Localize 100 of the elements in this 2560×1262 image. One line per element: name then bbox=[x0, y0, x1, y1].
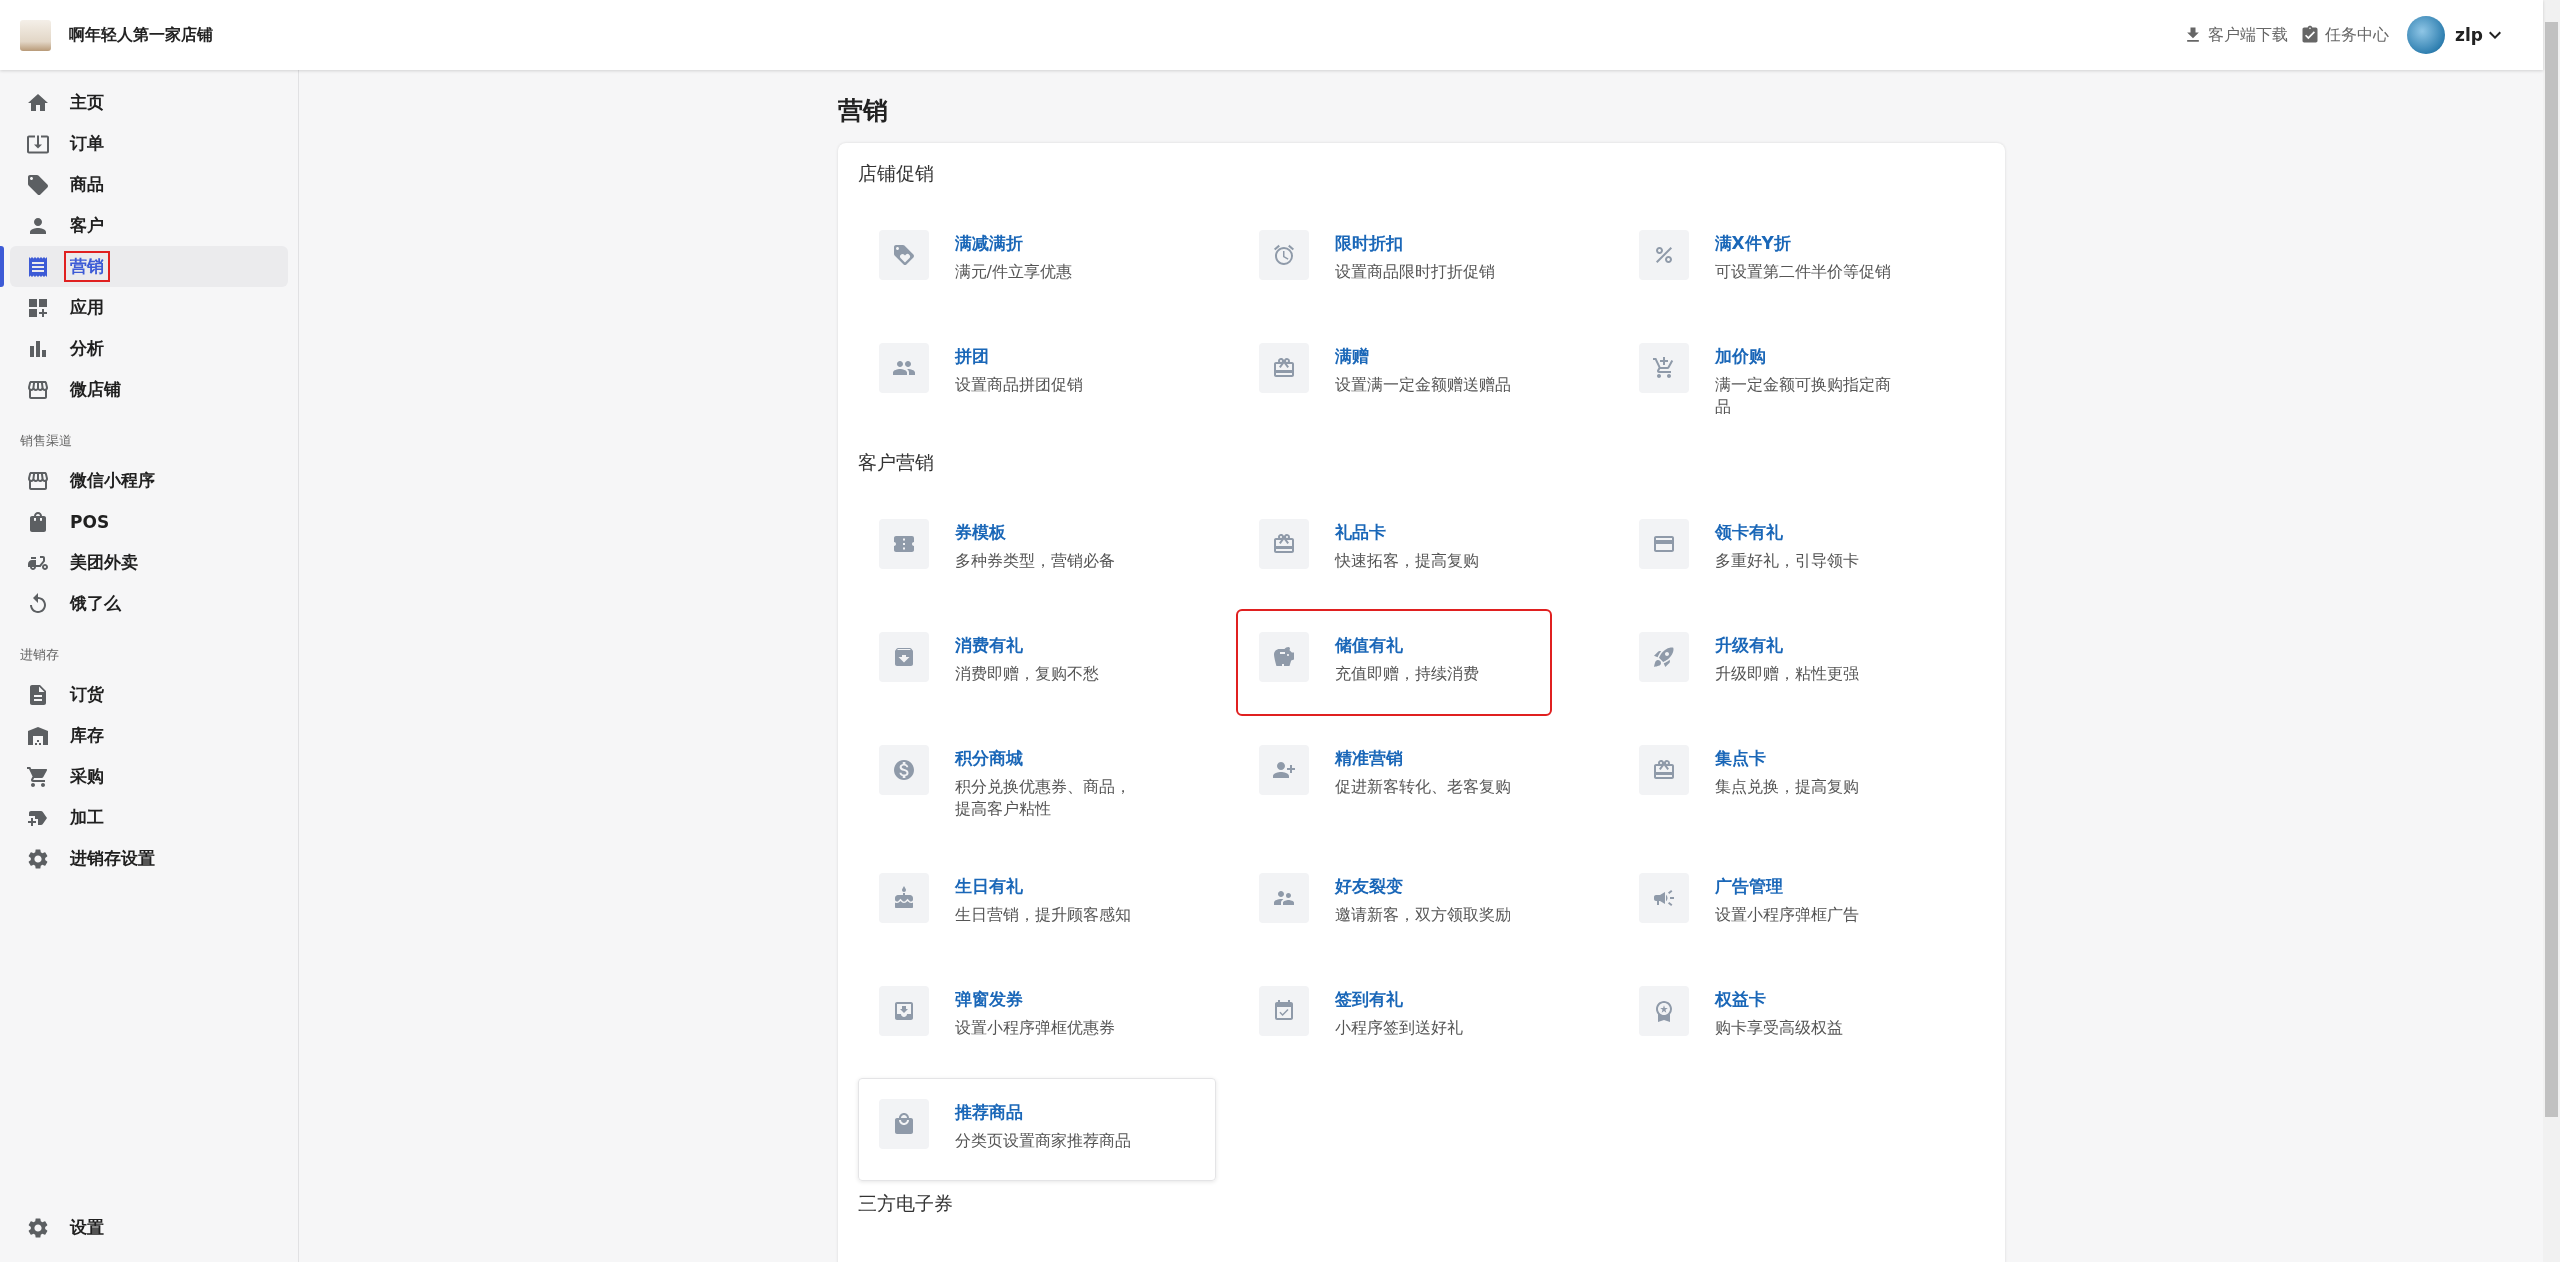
sidebar-item[interactable]: 主页 bbox=[10, 82, 288, 123]
feature-tile[interactable]: 弹窗发券 设置小程序弹框优惠券 bbox=[857, 964, 1216, 1068]
feature-tile[interactable]: 权益卡 购卡享受高级权益 bbox=[1617, 964, 1976, 1068]
sidebar-item[interactable]: 应用 bbox=[10, 287, 288, 328]
tile-description: 邀请新客，双方领取奖励 bbox=[1334, 903, 1511, 926]
header-link[interactable]: 客户端下载 bbox=[2183, 24, 2289, 46]
sidebar-item[interactable]: 饿了么 bbox=[10, 583, 288, 624]
tile-description: 设置商品拼团促销 bbox=[954, 374, 1083, 396]
tile-title: 精准营销 bbox=[1334, 746, 1404, 770]
tile-title: 加价购 bbox=[1714, 345, 1767, 368]
tile-description: 小程序签到送好礼 bbox=[1334, 1016, 1463, 1039]
feature-tile[interactable]: 满减满折 满元/件立享优惠 bbox=[857, 209, 1216, 312]
tile-title: 广告管理 bbox=[1714, 874, 1784, 898]
coin-icon bbox=[891, 757, 916, 782]
yen-receipt-icon bbox=[26, 254, 50, 279]
gift-icon bbox=[1651, 757, 1676, 782]
tile-title: 储值有礼 bbox=[1334, 633, 1404, 657]
sidebar-item[interactable]: 客户 bbox=[10, 205, 288, 246]
feature-tile[interactable]: 积分商城 积分兑换优惠券、商品，提高客户粘性 bbox=[857, 723, 1216, 842]
sidebar-group-heading: 销售渠道 bbox=[19, 432, 73, 450]
sidebar-item[interactable]: 营销 bbox=[10, 246, 288, 287]
tile-title: 消费有礼 bbox=[954, 633, 1024, 657]
sidebar-item[interactable]: 微信小程序 bbox=[10, 460, 288, 501]
feature-tile[interactable]: 礼品卡 快速拓客，提高复购 bbox=[1237, 497, 1596, 601]
feature-tile[interactable]: 精准营销 促进新客转化、老客复购 bbox=[1237, 723, 1596, 842]
sidebar-item[interactable]: 进销存设置 bbox=[10, 838, 288, 879]
feature-tile[interactable]: 加价购 满一定金额可换购指定商品 bbox=[1617, 322, 1976, 440]
tile-description: 升级即赠，粘性更强 bbox=[1714, 662, 1859, 685]
store-name: 啊年轻人第一家店铺 bbox=[69, 24, 213, 46]
header-link[interactable]: 任务中心 bbox=[2300, 24, 2390, 46]
page-title: 营销 bbox=[837, 95, 889, 127]
tile-description: 可设置第二件半价等促销 bbox=[1714, 261, 1891, 283]
tile-title: 集点卡 bbox=[1714, 746, 1767, 770]
tile-title: 拼团 bbox=[954, 345, 990, 368]
cart-icon bbox=[26, 764, 50, 789]
feature-tile[interactable]: 储值有礼 充值即赠，持续消费 bbox=[1237, 610, 1550, 714]
feature-tile[interactable]: 升级有礼 升级即赠，粘性更强 bbox=[1617, 610, 1976, 714]
sidebar-item[interactable]: 采购 bbox=[10, 756, 288, 797]
sidebar-group-heading: 进销存 bbox=[19, 646, 60, 664]
tile-description: 设置商品限时打折促销 bbox=[1334, 261, 1495, 283]
tile-description: 充值即赠，持续消费 bbox=[1334, 662, 1479, 685]
tile-title: 满X件Y折 bbox=[1714, 232, 1792, 255]
gift-icon bbox=[1271, 356, 1296, 380]
tile-title: 生日有礼 bbox=[954, 874, 1024, 898]
tile-title: 弹窗发券 bbox=[954, 987, 1024, 1011]
feature-tile[interactable]: 领卡有礼 多重好礼，引导领卡 bbox=[1617, 497, 1976, 601]
sidebar-item[interactable]: 设置 bbox=[10, 1207, 288, 1248]
feature-tile[interactable]: 消费有礼 消费即赠，复购不愁 bbox=[857, 610, 1216, 714]
feature-tile[interactable]: 限时折扣 设置商品限时打折促销 bbox=[1237, 209, 1596, 312]
tile-description: 多重好礼，引导领卡 bbox=[1714, 549, 1859, 572]
feature-tile[interactable]: 拼团 设置商品拼团促销 bbox=[857, 322, 1216, 440]
tag-icon bbox=[891, 243, 916, 267]
feature-tile[interactable]: 推荐商品 分类页设置商家推荐商品 bbox=[857, 1077, 1216, 1181]
sidebar-item[interactable]: 订单 bbox=[10, 123, 288, 164]
tag-icon bbox=[26, 172, 50, 197]
feature-tile[interactable]: 签到有礼 小程序签到送好礼 bbox=[1237, 964, 1596, 1068]
sidebar-item[interactable]: 分析 bbox=[10, 328, 288, 369]
tile-title: 推荐商品 bbox=[954, 1100, 1024, 1124]
user-name[interactable]: zlp bbox=[2455, 25, 2483, 45]
cart-icon bbox=[1651, 356, 1676, 380]
feature-tile[interactable]: 广告管理 设置小程序弹框广告 bbox=[1617, 851, 1976, 955]
section-heading: 店铺促销 bbox=[857, 161, 935, 186]
feature-tile[interactable]: 生日有礼 生日营销，提升顾客感知 bbox=[857, 851, 1216, 955]
tile-title: 权益卡 bbox=[1714, 987, 1767, 1011]
feature-tile[interactable]: 好友裂变 邀请新客，双方领取奖励 bbox=[1237, 851, 1596, 955]
scrollbar[interactable] bbox=[2543, 0, 2560, 1262]
active-indicator bbox=[0, 246, 4, 287]
tile-description: 消费即赠，复购不愁 bbox=[954, 662, 1099, 685]
tile-title: 限时折扣 bbox=[1334, 232, 1404, 255]
rocket-icon bbox=[1651, 644, 1676, 669]
tile-title: 满减满折 bbox=[954, 232, 1024, 255]
clipboard-check-icon bbox=[2300, 25, 2321, 45]
feature-tile[interactable]: 满X件Y折 可设置第二件半价等促销 bbox=[1617, 209, 1976, 312]
sidebar-item[interactable]: 商品 bbox=[10, 164, 288, 205]
tile-title: 券模板 bbox=[954, 520, 1007, 544]
sidebar-item[interactable]: 订货 bbox=[10, 674, 288, 715]
tile-description: 设置小程序弹框广告 bbox=[1714, 903, 1859, 926]
tile-description: 促进新客转化、老客复购 bbox=[1334, 775, 1511, 798]
tile-title: 积分商城 bbox=[954, 746, 1024, 770]
tile-description: 多种券类型，营销必备 bbox=[954, 549, 1115, 572]
feature-tile[interactable]: 券模板 多种券类型，营销必备 bbox=[857, 497, 1216, 601]
gift-card-icon bbox=[1271, 531, 1296, 556]
tile-description: 设置满一定金额赠送赠品 bbox=[1334, 374, 1511, 396]
tile-title: 升级有礼 bbox=[1714, 633, 1784, 657]
tile-title: 满赠 bbox=[1334, 345, 1370, 368]
sidebar-item[interactable]: 微店铺 bbox=[10, 369, 288, 410]
sidebar-item[interactable]: 美团外卖 bbox=[10, 542, 288, 583]
sidebar-item[interactable]: POS bbox=[10, 501, 288, 542]
tile-description: 生日营销，提升顾客感知 bbox=[954, 903, 1131, 926]
user-avatar[interactable] bbox=[2407, 16, 2446, 54]
tile-title: 好友裂变 bbox=[1334, 874, 1404, 898]
feature-tile[interactable]: 集点卡 集点兑换，提高复购 bbox=[1617, 723, 1976, 842]
settings-icon bbox=[26, 1215, 50, 1240]
sidebar-item[interactable]: 加工 bbox=[10, 797, 288, 838]
tile-title: 领卡有礼 bbox=[1714, 520, 1784, 544]
sidebar-item[interactable]: 库存 bbox=[10, 715, 288, 756]
settings-icon bbox=[26, 846, 50, 871]
tile-description: 集点兑换，提高复购 bbox=[1714, 775, 1859, 798]
tile-description: 分类页设置商家推荐商品 bbox=[954, 1129, 1131, 1152]
feature-tile[interactable]: 满赠 设置满一定金额赠送赠品 bbox=[1237, 322, 1596, 440]
